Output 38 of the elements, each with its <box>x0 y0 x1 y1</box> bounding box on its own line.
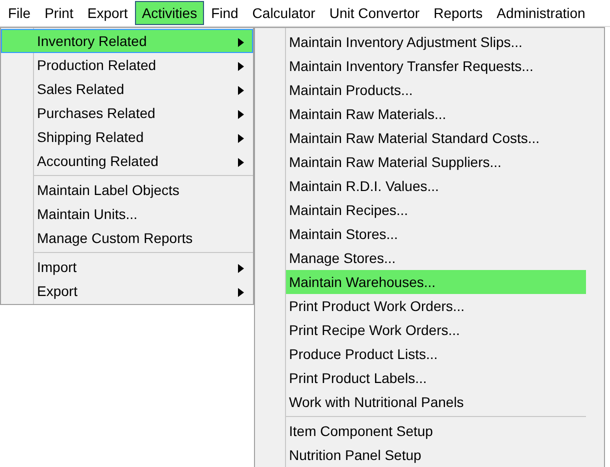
submenu-item[interactable]: Maintain Inventory Adjustment Slips... <box>285 30 586 54</box>
submenu-item[interactable]: Maintain Raw Material Suppliers... <box>285 150 586 174</box>
submenu-item[interactable]: Maintain Stores... <box>285 222 586 246</box>
menu-item[interactable]: Import <box>1 255 253 279</box>
submenu-item[interactable]: Work with Nutritional Panels <box>285 390 586 414</box>
menu-bar-item[interactable]: Calculator <box>245 1 322 25</box>
submenu-item[interactable]: Item Component Setup <box>285 419 586 443</box>
menu-bar-item[interactable]: Find <box>204 1 246 25</box>
menu-bar-item[interactable]: Unit Convertor <box>322 1 427 25</box>
menu-item[interactable]: Export <box>1 279 253 303</box>
submenu-item[interactable]: Maintain Inventory Transfer Requests... <box>285 54 586 78</box>
menu-bar-item[interactable]: Administration <box>490 1 592 25</box>
menu-bar-item[interactable]: Export <box>80 1 135 25</box>
submenu-item[interactable]: Produce Product Lists... <box>285 342 586 366</box>
menu-item[interactable]: Maintain Units... <box>1 202 253 226</box>
menu-item[interactable]: Maintain Label Objects <box>1 178 253 202</box>
menu-item[interactable]: Accounting Related <box>1 149 253 173</box>
submenu-item[interactable]: Print Product Work Orders... <box>285 294 586 318</box>
menu-bar-item[interactable]: Activities <box>134 1 204 25</box>
menu-bar-item[interactable]: Reports <box>426 1 490 25</box>
submenu-item[interactable]: Maintain Raw Materials... <box>285 102 586 126</box>
submenu-item[interactable]: Print Product Labels... <box>285 366 586 390</box>
submenu-item[interactable]: Manage Stores... <box>285 246 586 270</box>
menu-item[interactable]: Shipping Related <box>1 125 253 149</box>
menu-item[interactable]: Sales Related <box>1 77 253 101</box>
menu-item[interactable]: Manage Custom Reports <box>1 226 253 250</box>
submenu-item[interactable]: Maintain R.D.I. Values... <box>285 174 586 198</box>
menu-item[interactable]: Inventory Related <box>1 29 253 53</box>
submenu-item[interactable]: Maintain Products... <box>285 78 586 102</box>
submenu-item[interactable]: Maintain Raw Material Standard Costs... <box>285 126 586 150</box>
menu-bar-item[interactable]: Print <box>38 1 80 25</box>
menu-item[interactable]: Production Related <box>1 53 253 77</box>
submenu-item[interactable]: Maintain Recipes... <box>285 198 586 222</box>
submenu-item[interactable]: Nutrition Panel Setup <box>285 443 586 467</box>
submenu-item[interactable]: Maintain Warehouses... <box>285 270 586 294</box>
submenu-item[interactable]: Print Recipe Work Orders... <box>285 318 586 342</box>
menu-item[interactable]: Purchases Related <box>1 101 253 125</box>
menu-bar-item[interactable]: File <box>1 1 38 25</box>
